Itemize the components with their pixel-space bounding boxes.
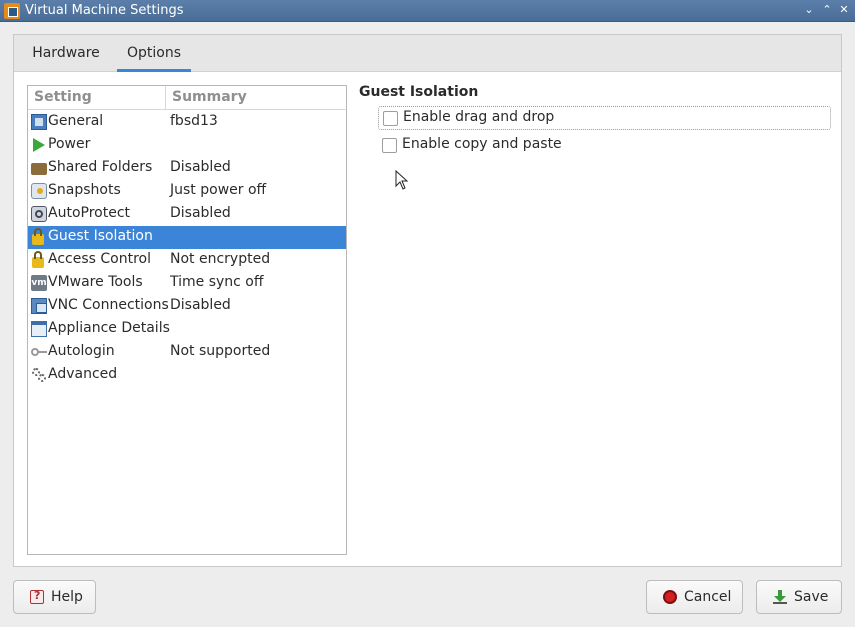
list-row-power[interactable]: Power [28, 134, 346, 157]
cancel-icon [663, 590, 677, 604]
help-icon [30, 589, 44, 604]
settings-frame: Hardware Options Setting Summary General… [13, 34, 842, 567]
list-row-shared-folders[interactable]: Shared Folders Disabled [28, 157, 346, 180]
row-summary: Not encrypted [170, 251, 271, 267]
power-icon [33, 138, 45, 152]
tab-bar: Hardware Options [14, 35, 841, 72]
row-summary: Not supported [170, 343, 271, 359]
cancel-button[interactable]: Cancel [646, 580, 743, 614]
row-name: VMware Tools [48, 274, 143, 290]
row-summary: Disabled [170, 297, 231, 313]
copy-paste-checkbox[interactable] [382, 138, 397, 153]
tab-hardware[interactable]: Hardware [22, 35, 110, 72]
row-name: AutoProtect [48, 205, 131, 221]
row-name: Snapshots [48, 182, 121, 198]
column-header-setting[interactable]: Setting [34, 86, 92, 110]
drag-drop-checkbox-row[interactable]: Enable drag and drop [378, 106, 831, 130]
vmware-tools-icon: vm [31, 275, 47, 291]
close-icon[interactable]: ✕ [836, 2, 852, 18]
list-row-vnc-connections[interactable]: VNC Connections Disabled [28, 295, 346, 318]
row-summary: Time sync off [170, 274, 264, 290]
row-name: Appliance Details [48, 320, 170, 336]
row-name: General [48, 113, 104, 129]
row-summary: Just power off [170, 182, 267, 198]
panel-title: Guest Isolation [359, 84, 479, 100]
list-row-autologin[interactable]: Autologin Not supported [28, 341, 346, 364]
lock-icon [32, 228, 44, 245]
autoprotect-icon [31, 206, 47, 222]
copy-paste-label[interactable]: Enable copy and paste [402, 136, 562, 152]
list-row-general[interactable]: General fbsd13 [28, 111, 346, 134]
list-row-autoprotect[interactable]: AutoProtect Disabled [28, 203, 346, 226]
settings-list: Setting Summary General fbsd13 Power Sha… [27, 85, 347, 555]
gears-icon [31, 367, 47, 383]
vnc-icon [31, 298, 47, 314]
tab-options[interactable]: Options [117, 35, 191, 72]
row-summary: Disabled [170, 159, 231, 175]
general-icon [31, 114, 47, 130]
row-name: Guest Isolation [48, 228, 153, 244]
row-summary: Disabled [170, 205, 231, 221]
row-name: VNC Connections [48, 297, 169, 313]
row-name: Shared Folders [48, 159, 153, 175]
column-header-summary[interactable]: Summary [172, 86, 247, 110]
copy-paste-checkbox-row[interactable]: Enable copy and paste [378, 134, 831, 158]
list-row-guest-isolation[interactable]: Guest Isolation [28, 226, 346, 249]
chevron-up-icon[interactable]: ⌃ [819, 2, 835, 18]
list-header: Setting Summary [28, 86, 346, 110]
window-title: Virtual Machine Settings [25, 3, 184, 18]
list-row-appliance-details[interactable]: Appliance Details [28, 318, 346, 341]
window-titlebar: Virtual Machine Settings ⌄ ⌃ ✕ [0, 0, 855, 22]
key-icon [31, 344, 47, 360]
help-button[interactable]: Help [13, 580, 96, 614]
column-divider[interactable] [165, 86, 166, 110]
row-summary: fbsd13 [170, 113, 218, 129]
snapshot-icon [31, 183, 47, 199]
drag-drop-label[interactable]: Enable drag and drop [403, 109, 554, 125]
drag-drop-checkbox[interactable] [383, 111, 398, 126]
chevron-down-icon[interactable]: ⌄ [801, 2, 817, 18]
list-row-vmware-tools[interactable]: vm VMware Tools Time sync off [28, 272, 346, 295]
row-name: Advanced [48, 366, 118, 382]
help-button-label: Help [51, 589, 83, 605]
save-button-label: Save [794, 589, 829, 605]
vmware-app-icon [4, 3, 20, 19]
appliance-icon [31, 321, 47, 337]
row-name: Autologin [48, 343, 115, 359]
row-name: Power [48, 136, 91, 152]
row-name: Access Control [48, 251, 151, 267]
list-row-snapshots[interactable]: Snapshots Just power off [28, 180, 346, 203]
save-button[interactable]: Save [756, 580, 842, 614]
list-row-access-control[interactable]: Access Control Not encrypted [28, 249, 346, 272]
list-row-advanced[interactable]: Advanced [28, 364, 346, 387]
cancel-button-label: Cancel [684, 589, 732, 605]
save-icon [773, 590, 787, 604]
folder-icon [31, 163, 47, 175]
lock-icon [32, 251, 44, 268]
